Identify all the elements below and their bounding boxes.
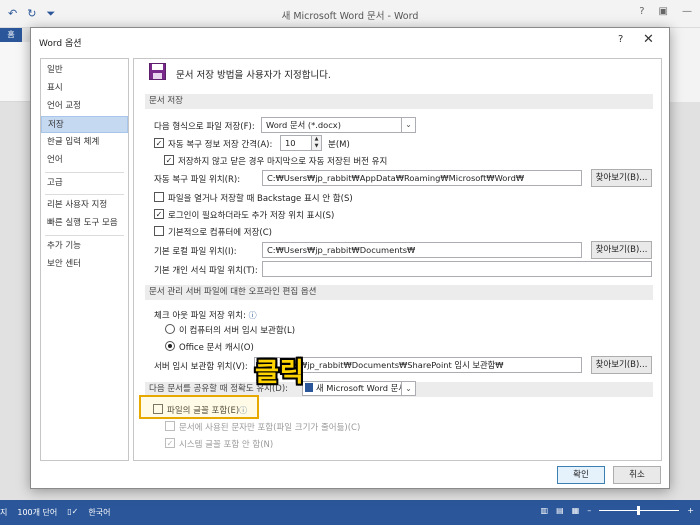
- section-offline-editing: 문서 관리 서버 파일에 대한 오프라인 편집 옵션: [145, 285, 653, 300]
- web-layout-icon[interactable]: ▦: [572, 506, 580, 515]
- show-more-locations-checkbox[interactable]: ✓: [154, 209, 164, 219]
- nav-item-korean-input[interactable]: 한글 입력 체계: [41, 134, 128, 151]
- no-backstage-label: 파일을 열거나 저장할 때 Backstage 표시 안 함(S): [168, 194, 353, 204]
- browse-autorecover-button[interactable]: 찾아보기(B)...: [591, 169, 652, 187]
- nav-item-general[interactable]: 일반: [41, 62, 128, 79]
- fidelity-document-value: 새 Microsoft Word 문서: [316, 383, 406, 393]
- nav-item-add-ins[interactable]: 추가 기능: [41, 238, 128, 255]
- zoom-out-icon[interactable]: –: [587, 506, 591, 515]
- dialog-help-icon[interactable]: ?: [618, 34, 623, 45]
- window-controls: ? ▣ —: [639, 6, 692, 17]
- nav-item-proofing[interactable]: 언어 교정: [41, 98, 128, 115]
- chevron-down-icon[interactable]: ⌄: [401, 382, 415, 395]
- click-target-highlight: [139, 395, 259, 419]
- default-template-location-input[interactable]: [262, 261, 652, 277]
- browse-default-local-button[interactable]: 찾아보기(B)...: [591, 241, 652, 259]
- zoom-slider[interactable]: [599, 506, 680, 515]
- status-bar: 지 100개 단어 ▯✓ 한국어 ▥ ▤ ▦ – +: [0, 500, 700, 525]
- save-format-select[interactable]: Word 문서 (*.docx) ⌄: [261, 117, 416, 133]
- nav-item-advanced[interactable]: 고급: [41, 175, 128, 192]
- ribbon-display-icon[interactable]: ▣: [659, 6, 668, 17]
- status-right: ▥ ▤ ▦ – +: [541, 506, 694, 515]
- cancel-button[interactable]: 취소: [613, 466, 661, 484]
- minimize-icon[interactable]: —: [682, 6, 692, 17]
- word-options-dialog: Word 옵션 ? ✕ 일반 표시 언어 교정 저장 한글 입력 체계 언어 고…: [30, 27, 670, 489]
- default-template-location-label: 기본 개인 서식 파일 위치(T):: [154, 266, 258, 276]
- embed-used-chars-checkbox[interactable]: [165, 421, 175, 431]
- radio-server-drafts[interactable]: [165, 324, 175, 334]
- embed-used-chars-label: 문서에 사용된 문자만 포함(파일 크기가 줄어듦)(C): [179, 423, 361, 433]
- page-heading: 문서 저장 방법을 사용자가 지정합니다.: [176, 70, 331, 81]
- proofing-icon[interactable]: ▯✓: [67, 507, 78, 518]
- status-left: 지 100개 단어 ▯✓ 한국어: [0, 507, 110, 518]
- save-icon: [149, 63, 166, 80]
- click-annotation: 클릭: [255, 358, 305, 388]
- tab-home[interactable]: 홈: [0, 28, 22, 42]
- status-page[interactable]: 지: [0, 507, 7, 518]
- default-local-location-label: 기본 로컬 파일 위치(I):: [154, 247, 237, 257]
- checkout-location-text: 체크 아웃 파일 저장 위치:: [154, 311, 246, 321]
- autorecover-checkbox[interactable]: ✓: [154, 138, 164, 148]
- zoom-in-icon[interactable]: +: [687, 506, 694, 515]
- nav-divider: [45, 194, 124, 195]
- nav-item-language[interactable]: 언어: [41, 152, 128, 169]
- nav-item-customize-ribbon[interactable]: 리본 사용자 지정: [41, 197, 128, 214]
- minutes-unit-label: 분(M): [328, 140, 350, 150]
- dialog-close-icon[interactable]: ✕: [643, 32, 654, 47]
- info-icon: ⓘ: [248, 311, 257, 320]
- keep-last-autosave-label: 저장하지 않고 닫은 경우 마지막으로 자동 저장된 버전 유지: [178, 157, 388, 167]
- status-language[interactable]: 한국어: [88, 507, 110, 518]
- chevron-down-icon[interactable]: ⌄: [401, 118, 415, 132]
- radio-server-drafts-label: 이 컴퓨터의 서버 임시 보관함(L): [179, 326, 296, 336]
- default-local-location-input[interactable]: C:₩Users₩jp_rabbit₩Documents₩: [262, 242, 582, 258]
- no-common-fonts-label: 시스템 글꼴 포함 안 함(N): [179, 440, 274, 450]
- fidelity-document-select[interactable]: 새 Microsoft Word 문서 ⌄: [302, 381, 416, 396]
- save-to-computer-checkbox[interactable]: [154, 226, 164, 236]
- ok-button[interactable]: 확인: [557, 466, 605, 484]
- status-word-count[interactable]: 100개 단어: [17, 507, 57, 518]
- autorecover-location-label: 자동 복구 파일 위치(R):: [154, 175, 241, 185]
- word-titlebar: ↶ ↻ ⏷ 새 Microsoft Word 문서 - Word ? ▣ —: [0, 0, 700, 28]
- autorecover-minutes-input[interactable]: 10: [280, 135, 312, 151]
- checkout-location-label: 체크 아웃 파일 저장 위치: ⓘ: [154, 309, 257, 321]
- keep-last-autosave-checkbox[interactable]: ✓: [164, 155, 174, 165]
- print-layout-icon[interactable]: ▤: [556, 506, 564, 515]
- window-title: 새 Microsoft Word 문서 - Word: [281, 11, 419, 22]
- save-to-computer-label: 기본적으로 컴퓨터에 저장(C): [168, 228, 272, 238]
- autorecover-label: 자동 복구 정보 저장 간격(A):: [168, 140, 273, 150]
- word-doc-icon: [305, 383, 313, 392]
- save-format-value: Word 문서 (*.docx): [266, 120, 341, 130]
- nav-item-quick-access[interactable]: 빠른 실행 도구 모음: [41, 215, 128, 232]
- nav-item-save[interactable]: 저장: [41, 116, 128, 133]
- nav-item-display[interactable]: 표시: [41, 80, 128, 97]
- window-help-icon[interactable]: ?: [639, 6, 644, 17]
- radio-office-cache-label: Office 문서 캐시(O): [179, 343, 254, 353]
- read-mode-icon[interactable]: ▥: [541, 506, 549, 515]
- dialog-title: Word 옵션: [39, 39, 82, 49]
- autorecover-location-input[interactable]: C:₩Users₩jp_rabbit₩AppData₩Roaming₩Micro…: [262, 170, 582, 186]
- options-nav: 일반 표시 언어 교정 저장 한글 입력 체계 언어 고급 리본 사용자 지정 …: [40, 58, 129, 461]
- save-format-label: 다음 형식으로 파일 저장(F):: [154, 122, 255, 132]
- minutes-spinner[interactable]: ▲ ▼: [312, 135, 322, 151]
- section-save-documents: 문서 저장: [145, 94, 653, 109]
- nav-item-trust-center[interactable]: 보안 센터: [41, 256, 128, 273]
- show-more-locations-label: 로그인이 필요하더라도 추가 저장 위치 표시(S): [168, 211, 335, 221]
- radio-office-cache[interactable]: [165, 341, 175, 351]
- nav-divider: [45, 172, 124, 173]
- nav-divider: [45, 235, 124, 236]
- browse-server-drafts-button[interactable]: 찾아보기(B)...: [591, 356, 652, 374]
- no-backstage-checkbox[interactable]: [154, 192, 164, 202]
- no-common-fonts-checkbox[interactable]: ✓: [165, 438, 175, 448]
- server-drafts-location-label: 서버 임시 보관함 위치(V):: [154, 362, 248, 372]
